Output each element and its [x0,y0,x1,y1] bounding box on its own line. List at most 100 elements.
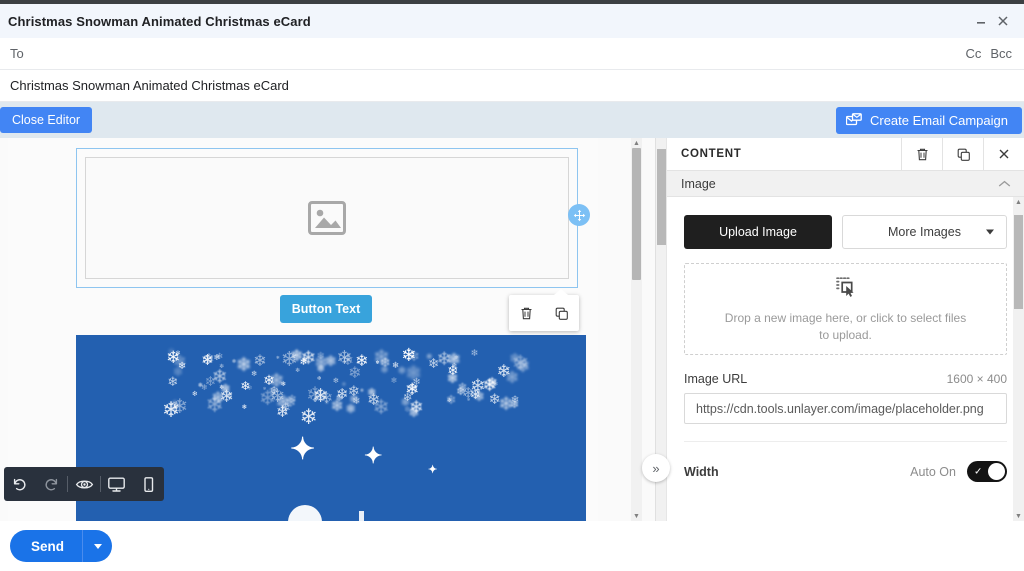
sparkle-icon: ✦ [364,443,383,468]
width-auto-status: Auto On [910,464,956,479]
image-source-row: Upload Image More Images [684,215,1007,249]
compose-title-bar: Christmas Snowman Animated Christmas eCa… [0,4,1024,38]
snowflake-icon: ❄ [167,374,179,390]
snowflake-icon: ❄ [268,369,285,391]
send-options-dropdown[interactable] [82,530,112,562]
bcc-link[interactable]: Bcc [990,46,1012,61]
more-images-dropdown[interactable]: More Images [842,215,1007,249]
to-field-label[interactable]: To [10,46,956,61]
snowflake-icon: ❄ [405,363,422,386]
chevron-up-icon[interactable] [998,176,1011,191]
email-canvas[interactable]: Button Text ❄ ❄ ❄ ❄ ❄ ❄ ❄ ❄ ❄ ❄ ❄ ❄ ❄ ❄ … [0,138,655,521]
image-url-input[interactable] [684,393,1007,424]
trash-icon[interactable] [519,306,534,321]
trash-icon[interactable] [901,138,942,171]
snowflake-icon: ❄ [220,381,231,396]
snowflake-icon: ❄ [469,386,481,402]
scroll-down-arrow-icon[interactable]: ▼ [1013,511,1024,521]
snowflake-icon: ❄ [348,364,362,383]
button-content-block[interactable]: Button Text [280,295,372,323]
image-section-header[interactable]: Image [667,171,1024,197]
snowflake-icon: ❄ [191,391,198,399]
image-section-title: Image [681,176,716,191]
snowflake-icon: ❄ [470,348,479,359]
undo-icon[interactable] [4,467,36,501]
snowman-silhouette [288,505,322,521]
image-dimensions-label: 1600 × 400 [946,372,1007,386]
close-icon[interactable] [992,10,1014,32]
block-floating-toolbar [509,289,579,331]
snowflake-icon: ❄ [299,404,318,429]
chevron-down-icon [93,543,102,549]
image-url-label: Image URL [684,372,748,386]
panel-inner-scroll-thumb[interactable] [1014,215,1023,309]
cc-link[interactable]: Cc [965,46,981,61]
snowflake-icon: ❄ [332,375,340,385]
scroll-up-arrow-icon[interactable]: ▲ [1013,197,1024,207]
snowflake-icon: ❄ [219,362,225,370]
panel-inner-scrollbar[interactable]: ▲ ▼ [1013,197,1024,521]
width-auto-toggle[interactable]: ✓ [967,461,1007,482]
mobile-view-icon[interactable] [132,467,164,501]
content-settings-panel: » CONTENT Image Upload Image More Images… [642,138,1024,521]
check-icon: ✓ [974,466,983,477]
panel-scroll-region: Upload Image More Images Drop a new imag… [667,197,1024,521]
snowflake-icon: ❄ [201,352,214,369]
preview-eye-icon[interactable] [68,467,100,501]
snowflake-icon: ❄ [262,386,267,392]
subject-row[interactable]: Christmas Snowman Animated Christmas eCa… [0,70,1024,102]
snowflake-icon: ❄ [509,399,520,412]
minimize-icon[interactable] [970,10,992,32]
image-url-row: Image URL 1600 × 400 [684,372,1007,386]
snowflake-icon: ❄ [240,378,251,393]
snowflake-icon: ❄ [359,388,365,395]
redo-icon[interactable] [36,467,68,501]
close-editor-button[interactable]: Close Editor [0,107,93,133]
panel-outer-scroll-thumb[interactable] [657,149,666,245]
snowflake-icon: ❄ [367,387,377,400]
image-content-block[interactable] [76,148,578,288]
image-placeholder-icon[interactable] [85,157,569,279]
snowflake-icon: ❄ [301,354,308,364]
panel-header: CONTENT [667,138,1024,171]
snowflake-icon: ❄ [466,397,471,403]
snowflake-icon: ❄ [213,353,221,363]
canvas-scrollbar[interactable]: ▲ ▼ [631,138,642,521]
send-button-group[interactable]: Send [10,530,113,562]
canvas-scroll-thumb[interactable] [632,148,641,280]
dropzone-instructions: Drop a new image here, or click to selec… [724,311,967,342]
upload-image-button[interactable]: Upload Image [684,215,832,249]
snowflake-icon: ❄ [177,360,187,372]
snowflake-icon: ❄ [162,397,181,423]
compose-window-title: Christmas Snowman Animated Christmas eCa… [8,13,311,29]
snowflake-icon: ❄ [372,395,390,419]
close-icon[interactable] [983,138,1024,171]
snowman-arm [359,511,364,521]
width-label: Width [684,464,719,479]
snowflake-icon: ❄ [279,400,292,416]
snowflake-icon: ❄ [253,352,267,370]
recipients-row[interactable]: To Cc Bcc [0,38,1024,70]
create-email-campaign-label: Create Email Campaign [869,112,1008,128]
snowflake-icon: ❄ [276,356,280,362]
snowflake-icon: ❄ [380,365,389,377]
scroll-up-arrow-icon[interactable]: ▲ [631,138,642,148]
subject-value[interactable]: Christmas Snowman Animated Christmas eCa… [10,78,289,93]
duplicate-icon[interactable] [942,138,983,171]
duplicate-icon[interactable] [554,306,569,321]
desktop-view-icon[interactable] [101,467,133,501]
toggle-knob [988,463,1005,480]
create-email-campaign-button[interactable]: Create Email Campaign [835,106,1022,134]
editor-body: Button Text ❄ ❄ ❄ ❄ ❄ ❄ ❄ ❄ ❄ ❄ ❄ ❄ ❄ ❄ … [0,138,1024,521]
scroll-down-arrow-icon[interactable]: ▼ [631,511,642,521]
move-arrows-icon[interactable] [568,204,590,226]
chevron-down-icon [986,229,994,235]
snowflake-icon: ❄ [426,351,433,361]
snowflake-icon: ❄ [347,383,361,400]
snowflake-icon: ❄ [509,351,521,367]
double-chevron-right-icon[interactable]: » [642,454,670,482]
email-sheet: Button Text ❄ ❄ ❄ ❄ ❄ ❄ ❄ ❄ ❄ ❄ ❄ ❄ ❄ ❄ … [8,138,598,521]
sparkle-icon: ✦ [290,433,316,466]
image-dropzone[interactable]: Drop a new image here, or click to selec… [684,263,1007,355]
send-button[interactable]: Send [10,530,82,562]
